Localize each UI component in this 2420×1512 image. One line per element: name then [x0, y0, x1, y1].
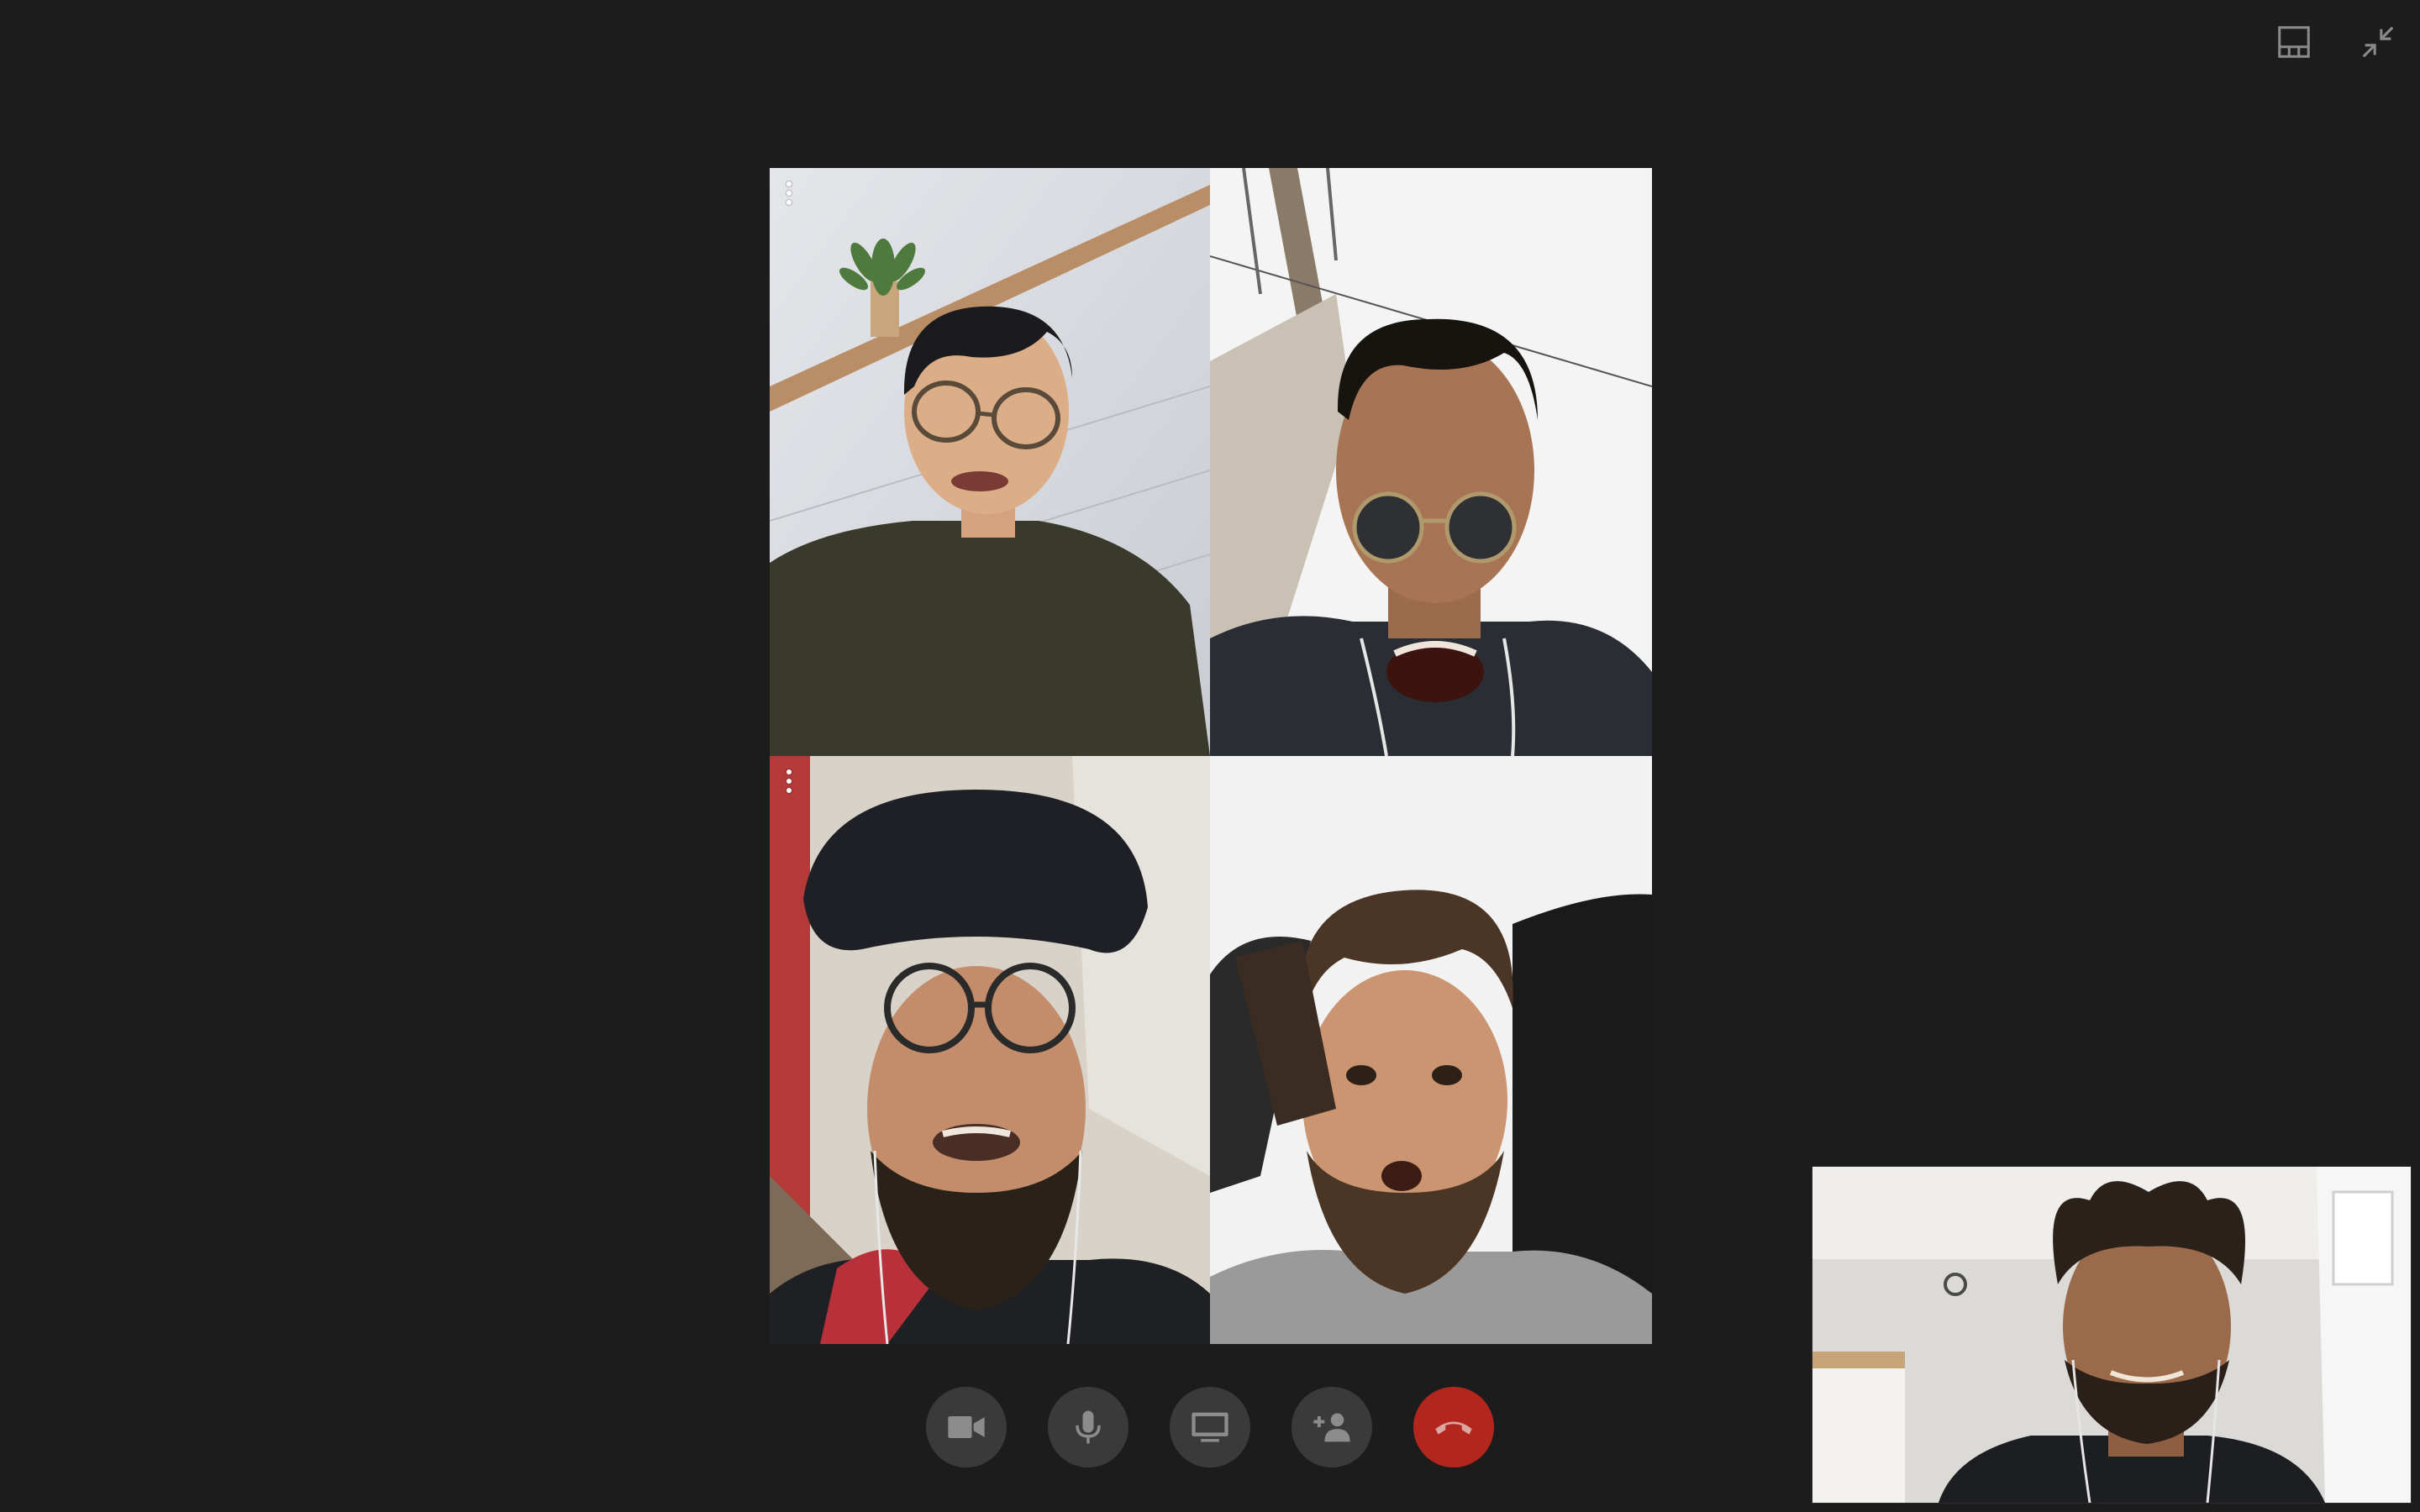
call-controls-bar: [926, 1386, 1494, 1468]
participant-video-feed: [770, 168, 1210, 756]
participant-menu-button[interactable]: [776, 175, 802, 212]
self-view-video[interactable]: [1812, 1166, 2412, 1504]
participant-grid: [770, 168, 1652, 1344]
hang-up-button[interactable]: [1413, 1387, 1494, 1467]
exit-fullscreen-icon: [2362, 26, 2394, 58]
more-vertical-icon: [786, 181, 792, 186]
participant-menu-button[interactable]: [776, 763, 802, 800]
participant-video-3[interactable]: [770, 756, 1210, 1344]
add-person-icon: [1313, 1413, 1350, 1442]
share-screen-button[interactable]: [1170, 1387, 1250, 1467]
participant-video-1[interactable]: [770, 168, 1210, 756]
more-vertical-icon: [786, 769, 792, 774]
participant-video-feed: [770, 756, 1210, 1344]
toggle-mic-button[interactable]: [1048, 1387, 1128, 1467]
layout-grid-icon: [2278, 26, 2310, 58]
hang-up-icon: [1435, 1421, 1472, 1435]
screen-share-icon: [1192, 1412, 1228, 1442]
self-camera-preview: [1812, 1167, 2411, 1503]
toggle-video-button[interactable]: [926, 1387, 1007, 1467]
participant-video-feed: [1210, 756, 1652, 1344]
exit-fullscreen-button[interactable]: [2354, 18, 2402, 66]
microphone-icon: [1076, 1410, 1101, 1444]
participant-video-feed: [1210, 168, 1652, 756]
video-call-window: [0, 0, 2420, 1512]
layout-toggle-button[interactable]: [2270, 18, 2317, 66]
participant-video-4[interactable]: [1210, 756, 1652, 1344]
video-camera-icon: [948, 1416, 985, 1438]
participant-video-2[interactable]: [1210, 168, 1652, 756]
add-participant-button[interactable]: [1292, 1387, 1372, 1467]
